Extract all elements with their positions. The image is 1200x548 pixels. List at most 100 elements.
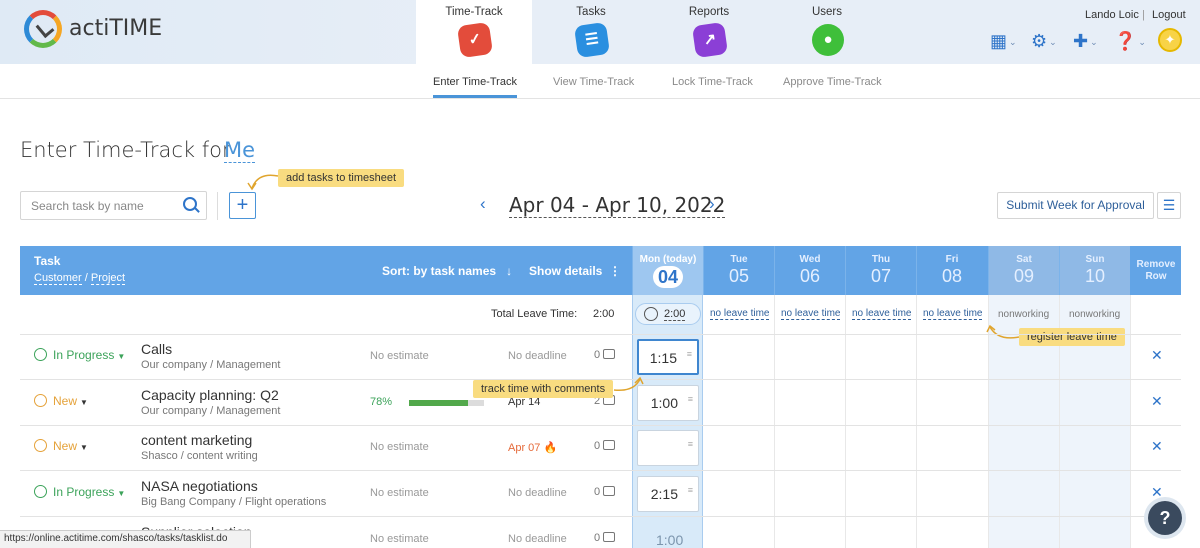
comments-button[interactable]: 0 — [594, 532, 616, 544]
user-selector[interactable]: Me — [224, 138, 256, 163]
task-name[interactable]: Capacity planning: Q2 — [141, 387, 279, 403]
header-customer-project[interactable]: Customer / Project — [34, 272, 126, 285]
header-customer[interactable]: Customer — [34, 272, 82, 285]
logo-icon[interactable] — [24, 10, 62, 48]
help-button[interactable]: ? — [1148, 501, 1182, 535]
task-progress-percent[interactable]: 78% — [370, 396, 392, 408]
task-deadline[interactable]: No deadline — [508, 487, 567, 499]
time-input-mon[interactable]: 2:15 ≡ — [637, 476, 699, 512]
comments-button[interactable]: 0 — [594, 486, 616, 498]
comment-lines-icon[interactable]: ≡ — [688, 440, 693, 449]
task-customer-project: Our company / Management — [141, 359, 281, 371]
comments-button[interactable]: 0 — [594, 349, 616, 361]
tab-enter-time-track[interactable]: Enter Time-Track — [433, 76, 517, 98]
time-input-mon[interactable]: ≡ — [637, 430, 699, 466]
task-deadline[interactable]: No deadline — [508, 533, 567, 545]
tab-view-time-track[interactable]: View Time-Track — [553, 76, 634, 88]
module-tasks[interactable]: Tasks ☰ — [533, 0, 649, 64]
header-slash: / — [84, 272, 88, 284]
task-customer[interactable]: Our company — [141, 359, 207, 371]
day-header-sat: Sat 09 — [988, 246, 1059, 295]
day-name: Wed — [799, 254, 821, 265]
no-leave-tue[interactable]: no leave time — [710, 308, 770, 320]
chart-icon: ↗ — [691, 21, 729, 59]
nonworking-sat: nonworking — [998, 309, 1050, 320]
task-customer[interactable]: Shasco — [141, 450, 178, 462]
chevron-down-icon: ▼ — [80, 398, 88, 407]
logout-link[interactable]: Logout — [1152, 9, 1186, 21]
comments-button[interactable]: 0 — [594, 440, 616, 452]
module-time-track[interactable]: Time-Track ✓ — [416, 0, 532, 64]
user-name[interactable]: Lando Loic — [1085, 9, 1139, 21]
remove-row-button[interactable]: ✕ — [1151, 438, 1163, 455]
comment-lines-icon[interactable]: ≡ — [688, 486, 693, 495]
task-estimate[interactable]: No estimate — [370, 487, 429, 499]
search-icon[interactable] — [183, 197, 197, 211]
module-reports[interactable]: Reports ↗ — [651, 0, 767, 64]
search-task-input[interactable] — [20, 191, 207, 220]
lightbulb-icon[interactable]: ✦ — [1158, 28, 1182, 52]
status-selector[interactable]: In Progress ▼ — [34, 348, 125, 362]
leave-time-label: Total Leave Time: — [491, 308, 578, 320]
table-header: Task Customer / Project Sort: by task na… — [20, 246, 1181, 295]
add-task-button[interactable]: + — [229, 192, 256, 219]
week-range-selector[interactable]: Apr 04 - Apr 10, 2022 — [509, 193, 726, 218]
tab-lock-time-track[interactable]: Lock Time-Track — [672, 76, 753, 88]
no-leave-thu[interactable]: no leave time — [852, 308, 912, 320]
task-project[interactable]: Flight operations — [245, 496, 326, 508]
tab-approve-time-track[interactable]: Approve Time-Track — [783, 76, 882, 88]
status-selector[interactable]: New ▼ — [34, 439, 88, 453]
header-task: Task — [34, 254, 61, 268]
remove-row-button[interactable]: ✕ — [1151, 347, 1163, 364]
status-label: New — [53, 439, 78, 453]
comment-lines-icon[interactable]: ≡ — [688, 395, 693, 404]
help-menu-icon[interactable]: ❓ ⌄ — [1114, 30, 1146, 52]
task-project[interactable]: Management — [216, 405, 280, 417]
status-selector[interactable]: New ▼ — [34, 394, 88, 408]
no-leave-wed[interactable]: no leave time — [781, 308, 841, 320]
status-selector[interactable]: In Progress ▼ — [34, 485, 125, 499]
task-customer[interactable]: Big Bang Company — [141, 496, 236, 508]
task-deadline[interactable]: No deadline — [508, 350, 567, 362]
prev-week-button[interactable]: ‹ — [480, 194, 486, 214]
task-project[interactable]: content writing — [187, 450, 258, 462]
sort-arrow-icon: ↓ — [506, 264, 513, 278]
calendar-icon[interactable]: ▦ ⌄ — [990, 30, 1017, 52]
show-details-button[interactable]: Show details ⋮ — [529, 264, 621, 278]
next-week-button[interactable]: › — [709, 194, 715, 214]
leave-time-today[interactable]: 2:00 — [635, 303, 701, 325]
clock-icon — [34, 439, 47, 452]
puzzle-icon[interactable]: ✚ ⌄ — [1073, 30, 1098, 52]
chevron-down-icon: ▼ — [117, 489, 126, 498]
task-customer[interactable]: Our company — [141, 405, 207, 417]
header-project[interactable]: Project — [90, 272, 126, 285]
remove-row-button[interactable]: ✕ — [1151, 393, 1163, 410]
time-value[interactable]: 1:00 — [656, 532, 683, 548]
task-estimate[interactable]: No estimate — [370, 441, 429, 453]
module-users[interactable]: Users ● — [769, 0, 885, 64]
status-label: In Progress — [53, 485, 115, 499]
task-name[interactable]: Calls — [141, 341, 172, 357]
clock-icon — [34, 394, 47, 407]
toolbar-divider — [217, 192, 218, 220]
comment-lines-icon[interactable]: ≡ — [687, 350, 692, 359]
remove-row-button[interactable]: ✕ — [1151, 484, 1163, 501]
task-customer-project: Our company / Management — [141, 405, 281, 417]
task-estimate[interactable]: No estimate — [370, 350, 429, 362]
no-leave-fri[interactable]: no leave time — [923, 308, 983, 320]
gear-icon[interactable]: ⚙ ⌄ — [1031, 30, 1057, 52]
task-name[interactable]: NASA negotiations — [141, 478, 258, 494]
task-deadline-overdue[interactable]: Apr 07 🔥 — [508, 441, 557, 454]
day-date: 08 — [941, 266, 963, 286]
submit-week-button[interactable]: Submit Week for Approval — [997, 192, 1154, 219]
task-name[interactable]: content marketing — [141, 432, 252, 448]
table-row: In Progress ▼ NASA negotiations Big Bang … — [20, 471, 1181, 517]
task-estimate[interactable]: No estimate — [370, 533, 429, 545]
comment-icon — [603, 486, 616, 496]
menu-icon[interactable]: ☰ — [1157, 192, 1181, 219]
time-input-mon[interactable]: 1:15 ≡ — [637, 339, 699, 375]
task-project[interactable]: Management — [216, 359, 280, 371]
time-input-mon[interactable]: 1:00 ≡ — [637, 385, 699, 421]
logo-text[interactable]: actiTIME — [69, 16, 162, 41]
sort-button[interactable]: Sort: by task names ↓ — [382, 264, 512, 278]
